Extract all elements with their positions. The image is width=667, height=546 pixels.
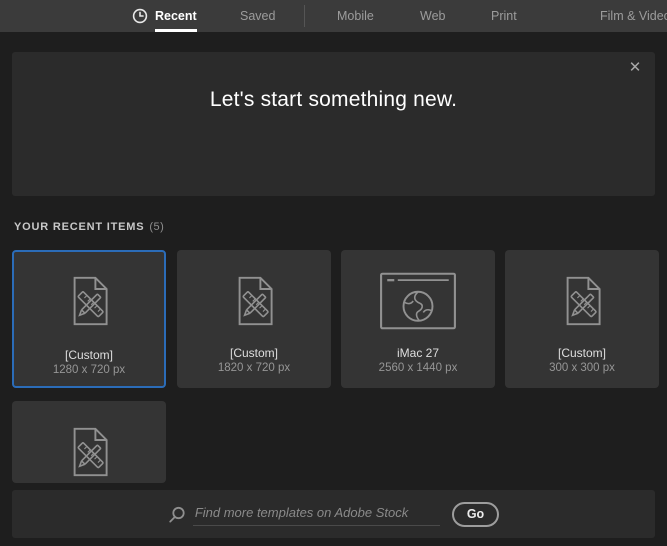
tab-web-label: Web bbox=[420, 9, 446, 23]
recent-item-imac-27[interactable]: iMac 27 2560 x 1440 px bbox=[341, 250, 495, 388]
search-input[interactable] bbox=[192, 502, 440, 526]
card-dimensions: 1820 x 720 px bbox=[217, 362, 291, 374]
document-template-icon bbox=[12, 423, 166, 481]
adobe-stock-search-bar: Go bbox=[12, 490, 655, 538]
tab-film-video[interactable]: Film & Video bbox=[600, 0, 667, 32]
tab-mobile[interactable]: Mobile bbox=[337, 0, 374, 32]
card-dimensions: 2560 x 1440 px bbox=[378, 362, 458, 374]
recent-items-label: YOUR RECENT ITEMS bbox=[14, 221, 145, 233]
tab-recent[interactable]: Recent bbox=[155, 0, 197, 32]
recent-item-custom-1280x720[interactable]: [Custom] 1280 x 720 px bbox=[12, 250, 166, 388]
tab-saved-label: Saved bbox=[240, 9, 276, 23]
hero-title: Let's start something new. bbox=[209, 88, 458, 111]
recent-item-custom-1820x720[interactable]: [Custom] 1820 x 720 px bbox=[177, 250, 331, 388]
tab-print[interactable]: Print bbox=[491, 0, 517, 32]
recent-item-custom-300x300[interactable]: [Custom] 300 x 300 px bbox=[505, 250, 659, 388]
tab-film-video-label: Film & Video bbox=[600, 9, 667, 23]
card-title: [Custom] bbox=[229, 346, 278, 360]
card-title: [Custom] bbox=[557, 346, 606, 360]
search-icon bbox=[168, 506, 186, 524]
new-document-dialog: Recent Saved Mobile Web Print Film & Vid… bbox=[0, 0, 667, 546]
tab-bar: Recent Saved Mobile Web Print Film & Vid… bbox=[0, 0, 667, 32]
browser-globe-icon bbox=[341, 272, 495, 330]
clock-icon bbox=[132, 8, 148, 24]
card-title: [Custom] bbox=[64, 348, 113, 362]
card-title: iMac 27 bbox=[396, 346, 440, 360]
tab-mobile-label: Mobile bbox=[337, 9, 374, 23]
tab-recent-label: Recent bbox=[155, 9, 197, 32]
card-dimensions: 300 x 300 px bbox=[549, 362, 615, 374]
document-template-icon bbox=[505, 272, 659, 330]
document-template-icon bbox=[177, 272, 331, 330]
recent-items-heading: YOUR RECENT ITEMS (5) bbox=[14, 221, 164, 233]
recent-item-partial[interactable] bbox=[12, 401, 166, 483]
recent-items-count: (5) bbox=[149, 221, 165, 233]
tab-web[interactable]: Web bbox=[420, 0, 445, 32]
tab-bar-divider bbox=[304, 5, 305, 27]
card-dimensions: 1280 x 720 px bbox=[52, 364, 126, 376]
hero-banner: Let's start something new. ✕ bbox=[12, 52, 655, 196]
tab-print-label: Print bbox=[491, 9, 517, 23]
go-button[interactable]: Go bbox=[451, 501, 500, 527]
close-icon[interactable]: ✕ bbox=[625, 58, 645, 78]
tab-saved[interactable]: Saved bbox=[240, 0, 275, 32]
document-template-icon bbox=[14, 272, 164, 330]
